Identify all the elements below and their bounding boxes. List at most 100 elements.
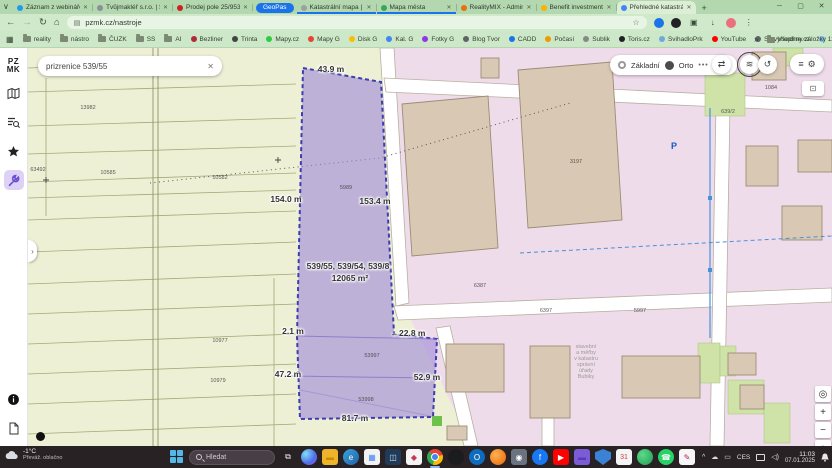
chrome-icon[interactable] <box>427 449 443 465</box>
bookmark-item[interactable]: YouTube <box>712 36 747 43</box>
tab-close-icon[interactable]: ✕ <box>163 4 168 11</box>
extension-dark-icon[interactable] <box>671 18 681 28</box>
bookmark-item[interactable]: nástro <box>60 36 89 43</box>
back-icon[interactable]: ← <box>6 17 16 28</box>
browser-tab[interactable]: Katastrální mapa | GeoPa✕ <box>297 1 376 14</box>
browser-tab[interactable]: Mapa města✕ <box>377 1 456 14</box>
start-button[interactable] <box>170 450 184 464</box>
site-info-icon[interactable]: ▤ <box>74 19 81 27</box>
bookmark-item[interactable]: Trinta <box>232 36 257 43</box>
speaker-icon[interactable]: ◁) <box>771 453 779 461</box>
compass-button[interactable]: ⇄ <box>712 55 731 74</box>
more-dots-icon[interactable]: ••• <box>698 62 708 69</box>
minimize-button[interactable]: ─ <box>769 0 790 13</box>
tray-kbd-icon[interactable]: ▭ <box>724 453 731 461</box>
camera-app-icon[interactable]: ◉ <box>511 449 527 465</box>
browser-tab[interactable]: Benefit investment, a.s. Zv✕ <box>537 1 616 14</box>
browser-tab[interactable]: Prodej pole 25/953 m². M✕ <box>173 1 252 14</box>
bookmark-item[interactable]: Mapy G <box>308 36 340 43</box>
bookmark-item[interactable]: Sublik <box>583 36 610 43</box>
url-text[interactable]: pzmk.cz/nastroje <box>85 18 627 27</box>
tab-close-icon[interactable]: ✕ <box>243 4 248 11</box>
tab-close-icon[interactable]: ✕ <box>606 4 611 11</box>
green-circle-app-icon[interactable] <box>637 449 653 465</box>
drop-app-icon[interactable]: ◆ <box>406 449 422 465</box>
zoom-in-button[interactable]: + <box>815 404 831 420</box>
layers-button[interactable]: ≋ <box>740 55 759 74</box>
locate-button[interactable]: ◎ <box>815 386 831 402</box>
bookmark-item[interactable]: Disk G <box>349 36 378 43</box>
tools-wrench-icon[interactable] <box>4 170 24 190</box>
menu-settings-pill[interactable]: ≡ ⚙ <box>790 54 824 74</box>
extensions-puzzle-icon[interactable]: ▣ <box>688 18 700 27</box>
bookmark-item[interactable]: SvihadloPrk <box>659 36 703 43</box>
screenshot-pen-app-icon[interactable]: ✎ <box>679 449 695 465</box>
address-bar[interactable]: ▤ pzmk.cz/nastroje ☆ <box>67 16 647 29</box>
file-explorer-icon[interactable]: ▬ <box>322 449 338 465</box>
taskbar-search[interactable]: Hledat <box>189 450 275 465</box>
bookmark-item[interactable]: Blog Tvor <box>463 36 500 43</box>
ortho-map-label[interactable]: Orto <box>679 61 694 70</box>
profile-avatar[interactable] <box>726 18 736 28</box>
bookmark-item[interactable]: CADD <box>509 36 536 43</box>
notification-bell-icon[interactable] <box>821 453 829 462</box>
bookmarks-overflow-icon[interactable]: » <box>754 35 758 44</box>
tab-search-icon[interactable]: ∨ <box>3 2 9 11</box>
display-icon[interactable] <box>756 454 765 461</box>
search-value[interactable]: prizrenice 539/55 <box>46 62 207 71</box>
browser-tab[interactable]: Přehledné katastrální map✕ <box>617 1 696 14</box>
purple-folder-app-icon[interactable]: ▬ <box>574 449 590 465</box>
tab-group-label[interactable]: GeoPas <box>256 3 294 13</box>
bookmark-item[interactable]: ČUZK <box>98 36 127 43</box>
tab-close-icon[interactable]: ✕ <box>446 4 451 11</box>
maximize-button[interactable]: ▢ <box>790 0 811 13</box>
reload-icon[interactable]: ↻ <box>39 17 47 28</box>
bookmark-item[interactable]: Kal. G <box>386 36 413 43</box>
bookmark-item[interactable]: Toris.cz <box>619 36 650 43</box>
card-info-button[interactable]: ⊡ <box>802 81 824 96</box>
browser-tab[interactable]: Tvůjmakléř s.r.o. | Systém✕ <box>93 1 172 14</box>
youtube-icon[interactable]: ▶ <box>553 449 569 465</box>
menu-icon[interactable]: ⋮ <box>743 18 755 27</box>
tab-close-icon[interactable]: ✕ <box>83 4 88 11</box>
bookmark-star-icon[interactable]: ☆ <box>633 18 640 27</box>
browser-tab[interactable]: RealityMIX - Administrac✕ <box>457 1 536 14</box>
bookmark-item[interactable]: Mapy.cz <box>266 36 299 43</box>
info-icon[interactable] <box>4 389 24 409</box>
clear-search-icon[interactable]: ✕ <box>207 62 214 71</box>
tab-close-icon[interactable]: ✕ <box>366 4 371 11</box>
onedrive-cloud-icon[interactable]: ☁ <box>711 453 718 461</box>
map-canvas[interactable]: 43.9 m154.0 m153.4 m539/55, 539/54, 539/… <box>28 48 832 446</box>
map-info-dot-icon[interactable] <box>36 432 45 441</box>
white-app-icon[interactable]: ▦ <box>364 449 380 465</box>
copilot-icon[interactable] <box>301 449 317 465</box>
browser-tab[interactable]: Záznam z webináře CeMu✕ <box>13 1 92 14</box>
favorites-star-icon[interactable] <box>4 141 24 161</box>
orange-circle-app-icon[interactable] <box>490 449 506 465</box>
bookmark-item[interactable]: AI <box>164 36 181 43</box>
bookmark-item[interactable]: Bezliner <box>191 36 223 43</box>
search-input[interactable]: prizrenice 539/55 ✕ <box>38 56 222 76</box>
edge-icon[interactable]: e <box>343 449 359 465</box>
shield-app-icon[interactable] <box>595 449 611 465</box>
whatsapp-icon[interactable]: ☎ <box>658 449 674 465</box>
downloads-icon[interactable]: ↓ <box>707 18 719 27</box>
document-icon[interactable] <box>4 418 24 438</box>
history-button[interactable]: ↺ <box>758 55 777 74</box>
zoom-out-button[interactable]: − <box>815 422 831 438</box>
extension-blue-icon[interactable] <box>654 18 664 28</box>
clock[interactable]: 11:03 07.01.2025 <box>785 451 815 464</box>
new-tab-button[interactable]: + <box>702 3 707 13</box>
tab-close-icon[interactable]: ✕ <box>526 4 531 11</box>
home-icon[interactable]: ⌂ <box>54 17 60 28</box>
outlook-icon[interactable]: O <box>469 449 485 465</box>
forward-icon[interactable]: → <box>23 17 33 28</box>
tray-chevron-icon[interactable]: ^ <box>702 454 705 461</box>
all-bookmarks-button[interactable]: Všechny záložky <box>767 36 826 43</box>
close-button[interactable]: ✕ <box>811 0 832 13</box>
bookmark-item[interactable]: SS <box>136 36 156 43</box>
language-indicator[interactable]: CES <box>737 454 750 461</box>
layers-search-icon[interactable] <box>4 112 24 132</box>
calendar-app-icon[interactable]: 31 <box>616 449 632 465</box>
navy-app-icon[interactable]: ◫ <box>385 449 401 465</box>
